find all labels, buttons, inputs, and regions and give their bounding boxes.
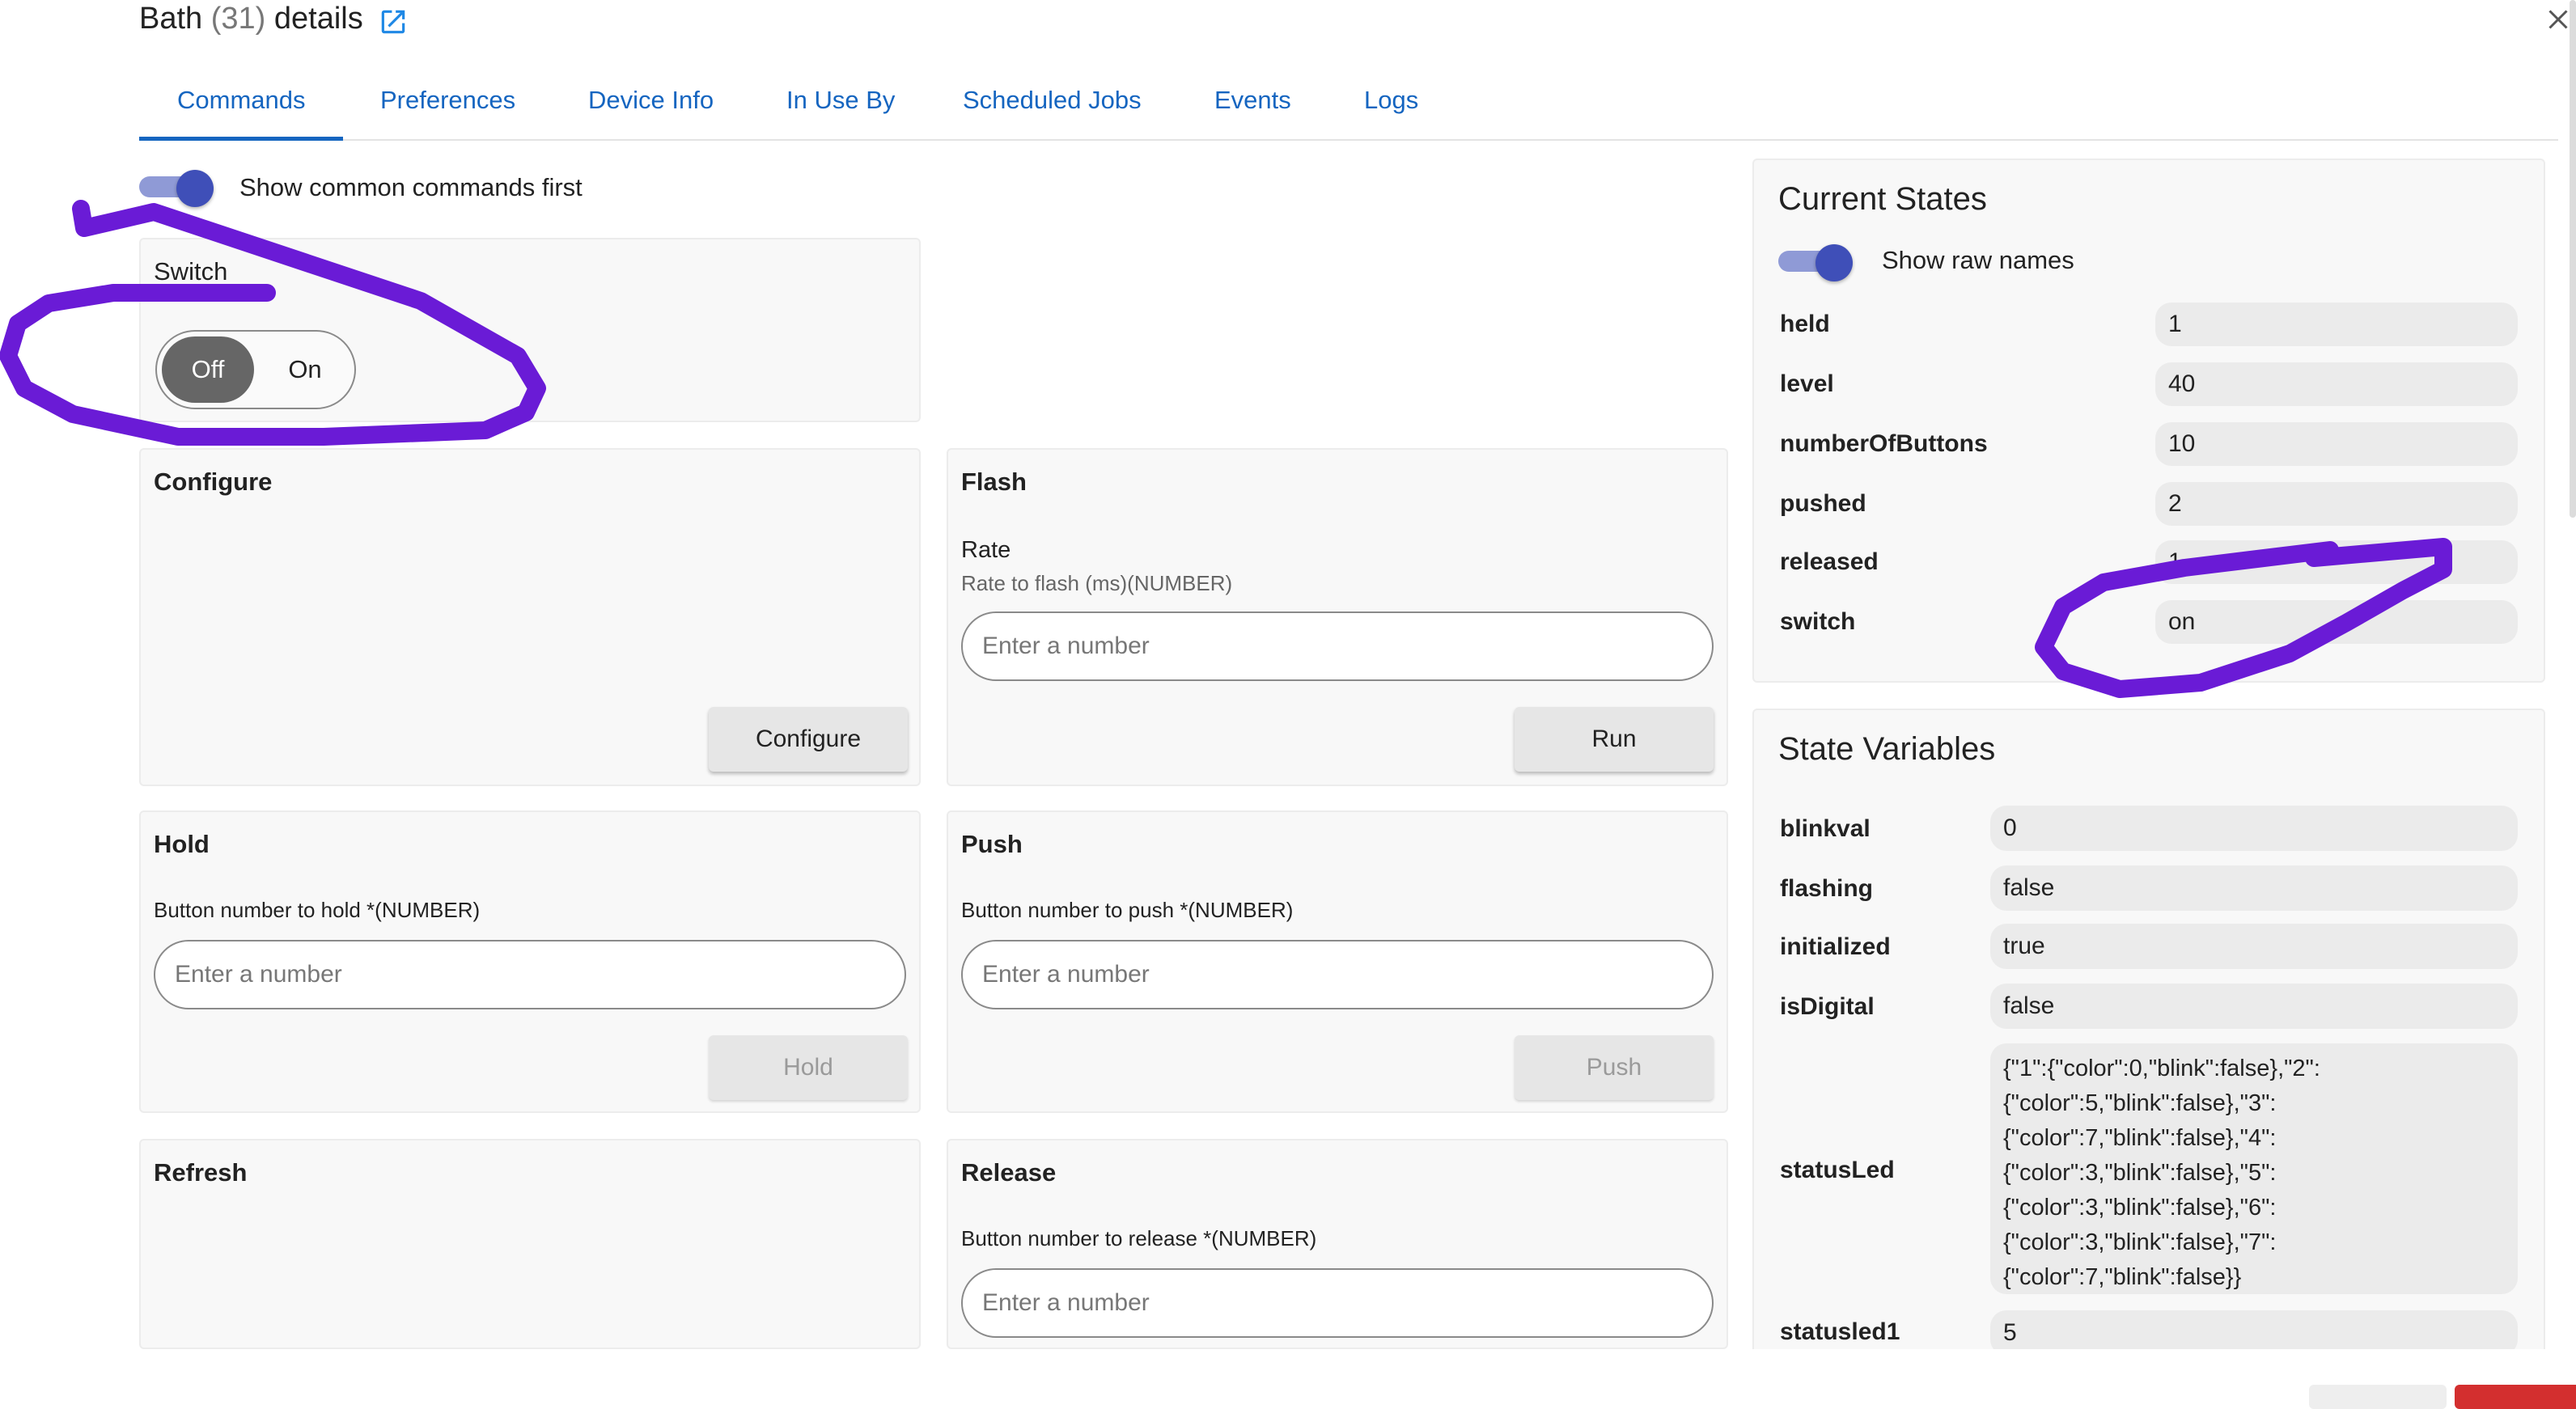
state-value: 1 <box>2155 540 2518 584</box>
hold-card: Hold Button number to hold *(NUMBER) Ent… <box>139 810 921 1113</box>
json-line: {"1":{"color":0,"blink":false},"2": <box>2003 1056 2320 1081</box>
push-button[interactable]: Push <box>1515 1035 1714 1100</box>
footer-secondary-button[interactable] <box>2309 1385 2447 1409</box>
flash-card: Flash Rate Rate to flash (ms)(NUMBER) En… <box>947 448 1728 786</box>
push-card: Push Button number to push *(NUMBER) Ent… <box>947 810 1728 1113</box>
state-value: 2 <box>2155 482 2518 526</box>
panel-title: State Variables <box>1778 731 1996 767</box>
raw-names-label: Show raw names <box>1882 246 2074 274</box>
param-hint: Button number to release *(NUMBER) <box>961 1226 1317 1250</box>
variable-name: statusLed <box>1780 1157 1895 1183</box>
state-name: level <box>1780 370 1834 397</box>
variable-value: 0 <box>1990 806 2518 851</box>
release-number-input[interactable]: Enter a number <box>961 1268 1714 1338</box>
state-variables-panel: State Variables blinkval 0 flashing fals… <box>1752 709 2545 1356</box>
close-icon[interactable] <box>2544 5 2573 34</box>
switch-card: Switch Off On <box>139 238 921 422</box>
footer-strip <box>0 1349 2576 1401</box>
refresh-card: Refresh <box>139 1139 921 1349</box>
card-title: Configure <box>154 468 273 496</box>
tab-preferences[interactable]: Preferences <box>380 71 515 139</box>
json-line: {"color":3,"blink":false},"7": <box>2003 1229 2277 1255</box>
tab-in-use-by[interactable]: In Use By <box>786 71 895 139</box>
state-value: on <box>2155 600 2518 644</box>
state-value: 10 <box>2155 422 2518 466</box>
release-card: Release Button number to release *(NUMBE… <box>947 1139 1728 1349</box>
raw-names-toggle[interactable] <box>1778 241 1856 281</box>
tab-commands[interactable]: Commands <box>177 71 306 139</box>
variable-value: false <box>1990 984 2518 1029</box>
tab-logs[interactable]: Logs <box>1364 71 1418 139</box>
state-name: pushed <box>1780 490 1866 517</box>
state-name: switch <box>1780 608 1856 635</box>
json-line: {"color":5,"blink":false},"3": <box>2003 1090 2277 1116</box>
device-name: Bath <box>139 2 203 36</box>
hold-button[interactable]: Hold <box>709 1035 908 1100</box>
json-line: {"color":7,"blink":false},"4": <box>2003 1125 2277 1151</box>
panel-title: Current States <box>1778 181 1987 217</box>
tab-scheduled-jobs[interactable]: Scheduled Jobs <box>963 71 1142 139</box>
state-value: 40 <box>2155 362 2518 406</box>
card-title: Push <box>961 830 1023 858</box>
param-hint: Button number to push *(NUMBER) <box>961 898 1294 922</box>
tab-events[interactable]: Events <box>1214 71 1291 139</box>
json-line: {"color":3,"blink":false},"6": <box>2003 1195 2277 1221</box>
variable-value-json: {"1":{"color":0,"blink":false},"2": {"co… <box>1990 1043 2518 1294</box>
param-hint: Button number to hold *(NUMBER) <box>154 898 481 922</box>
active-tab-indicator <box>139 137 343 141</box>
tab-bar: Commands Preferences Device Info In Use … <box>139 71 2558 141</box>
variable-name: statusled1 <box>1780 1318 1900 1345</box>
title-suffix: details <box>273 2 363 36</box>
variable-value: true <box>1990 924 2518 969</box>
tab-device-info[interactable]: Device Info <box>588 71 714 139</box>
card-title: Switch <box>154 257 228 286</box>
common-commands-label: Show common commands first <box>239 173 583 201</box>
card-title: Refresh <box>154 1158 248 1187</box>
param-name: Rate <box>961 537 1011 563</box>
variable-name: flashing <box>1780 875 1874 902</box>
state-value: 1 <box>2155 303 2518 346</box>
scrollbar[interactable] <box>2570 0 2576 518</box>
variable-name: initialized <box>1780 933 1891 960</box>
switch-on-button[interactable]: On <box>261 336 350 403</box>
json-line: {"color":7,"blink":false}} <box>2003 1264 2242 1290</box>
device-id: (31) <box>210 2 266 36</box>
switch-segmented-control: Off On <box>155 330 356 409</box>
push-number-input[interactable]: Enter a number <box>961 940 1714 1009</box>
footer-danger-button[interactable] <box>2455 1385 2576 1409</box>
current-states-panel: Current States Show raw names held 1 lev… <box>1752 159 2545 683</box>
configure-card: Configure Configure <box>139 448 921 786</box>
state-name: released <box>1780 548 1879 575</box>
switch-off-button[interactable]: Off <box>162 336 254 403</box>
flash-rate-input[interactable]: Enter a number <box>961 611 1714 681</box>
state-name: numberOfButtons <box>1780 430 1988 457</box>
run-button[interactable]: Run <box>1515 707 1714 772</box>
configure-button[interactable]: Configure <box>709 707 908 772</box>
variable-value: false <box>1990 865 2518 911</box>
hold-number-input[interactable]: Enter a number <box>154 940 906 1009</box>
common-commands-toggle[interactable] <box>139 167 217 207</box>
param-hint: Rate to flash (ms)(NUMBER) <box>961 571 1233 595</box>
card-title: Flash <box>961 468 1027 496</box>
page-title: Bath (31) details <box>139 2 363 36</box>
card-title: Hold <box>154 830 210 858</box>
variable-name: blinkval <box>1780 815 1871 842</box>
external-link-icon[interactable] <box>378 6 409 37</box>
json-line: {"color":3,"blink":false},"5": <box>2003 1160 2277 1186</box>
variable-name: isDigital <box>1780 993 1875 1020</box>
state-name: held <box>1780 311 1830 337</box>
card-title: Release <box>961 1158 1057 1187</box>
